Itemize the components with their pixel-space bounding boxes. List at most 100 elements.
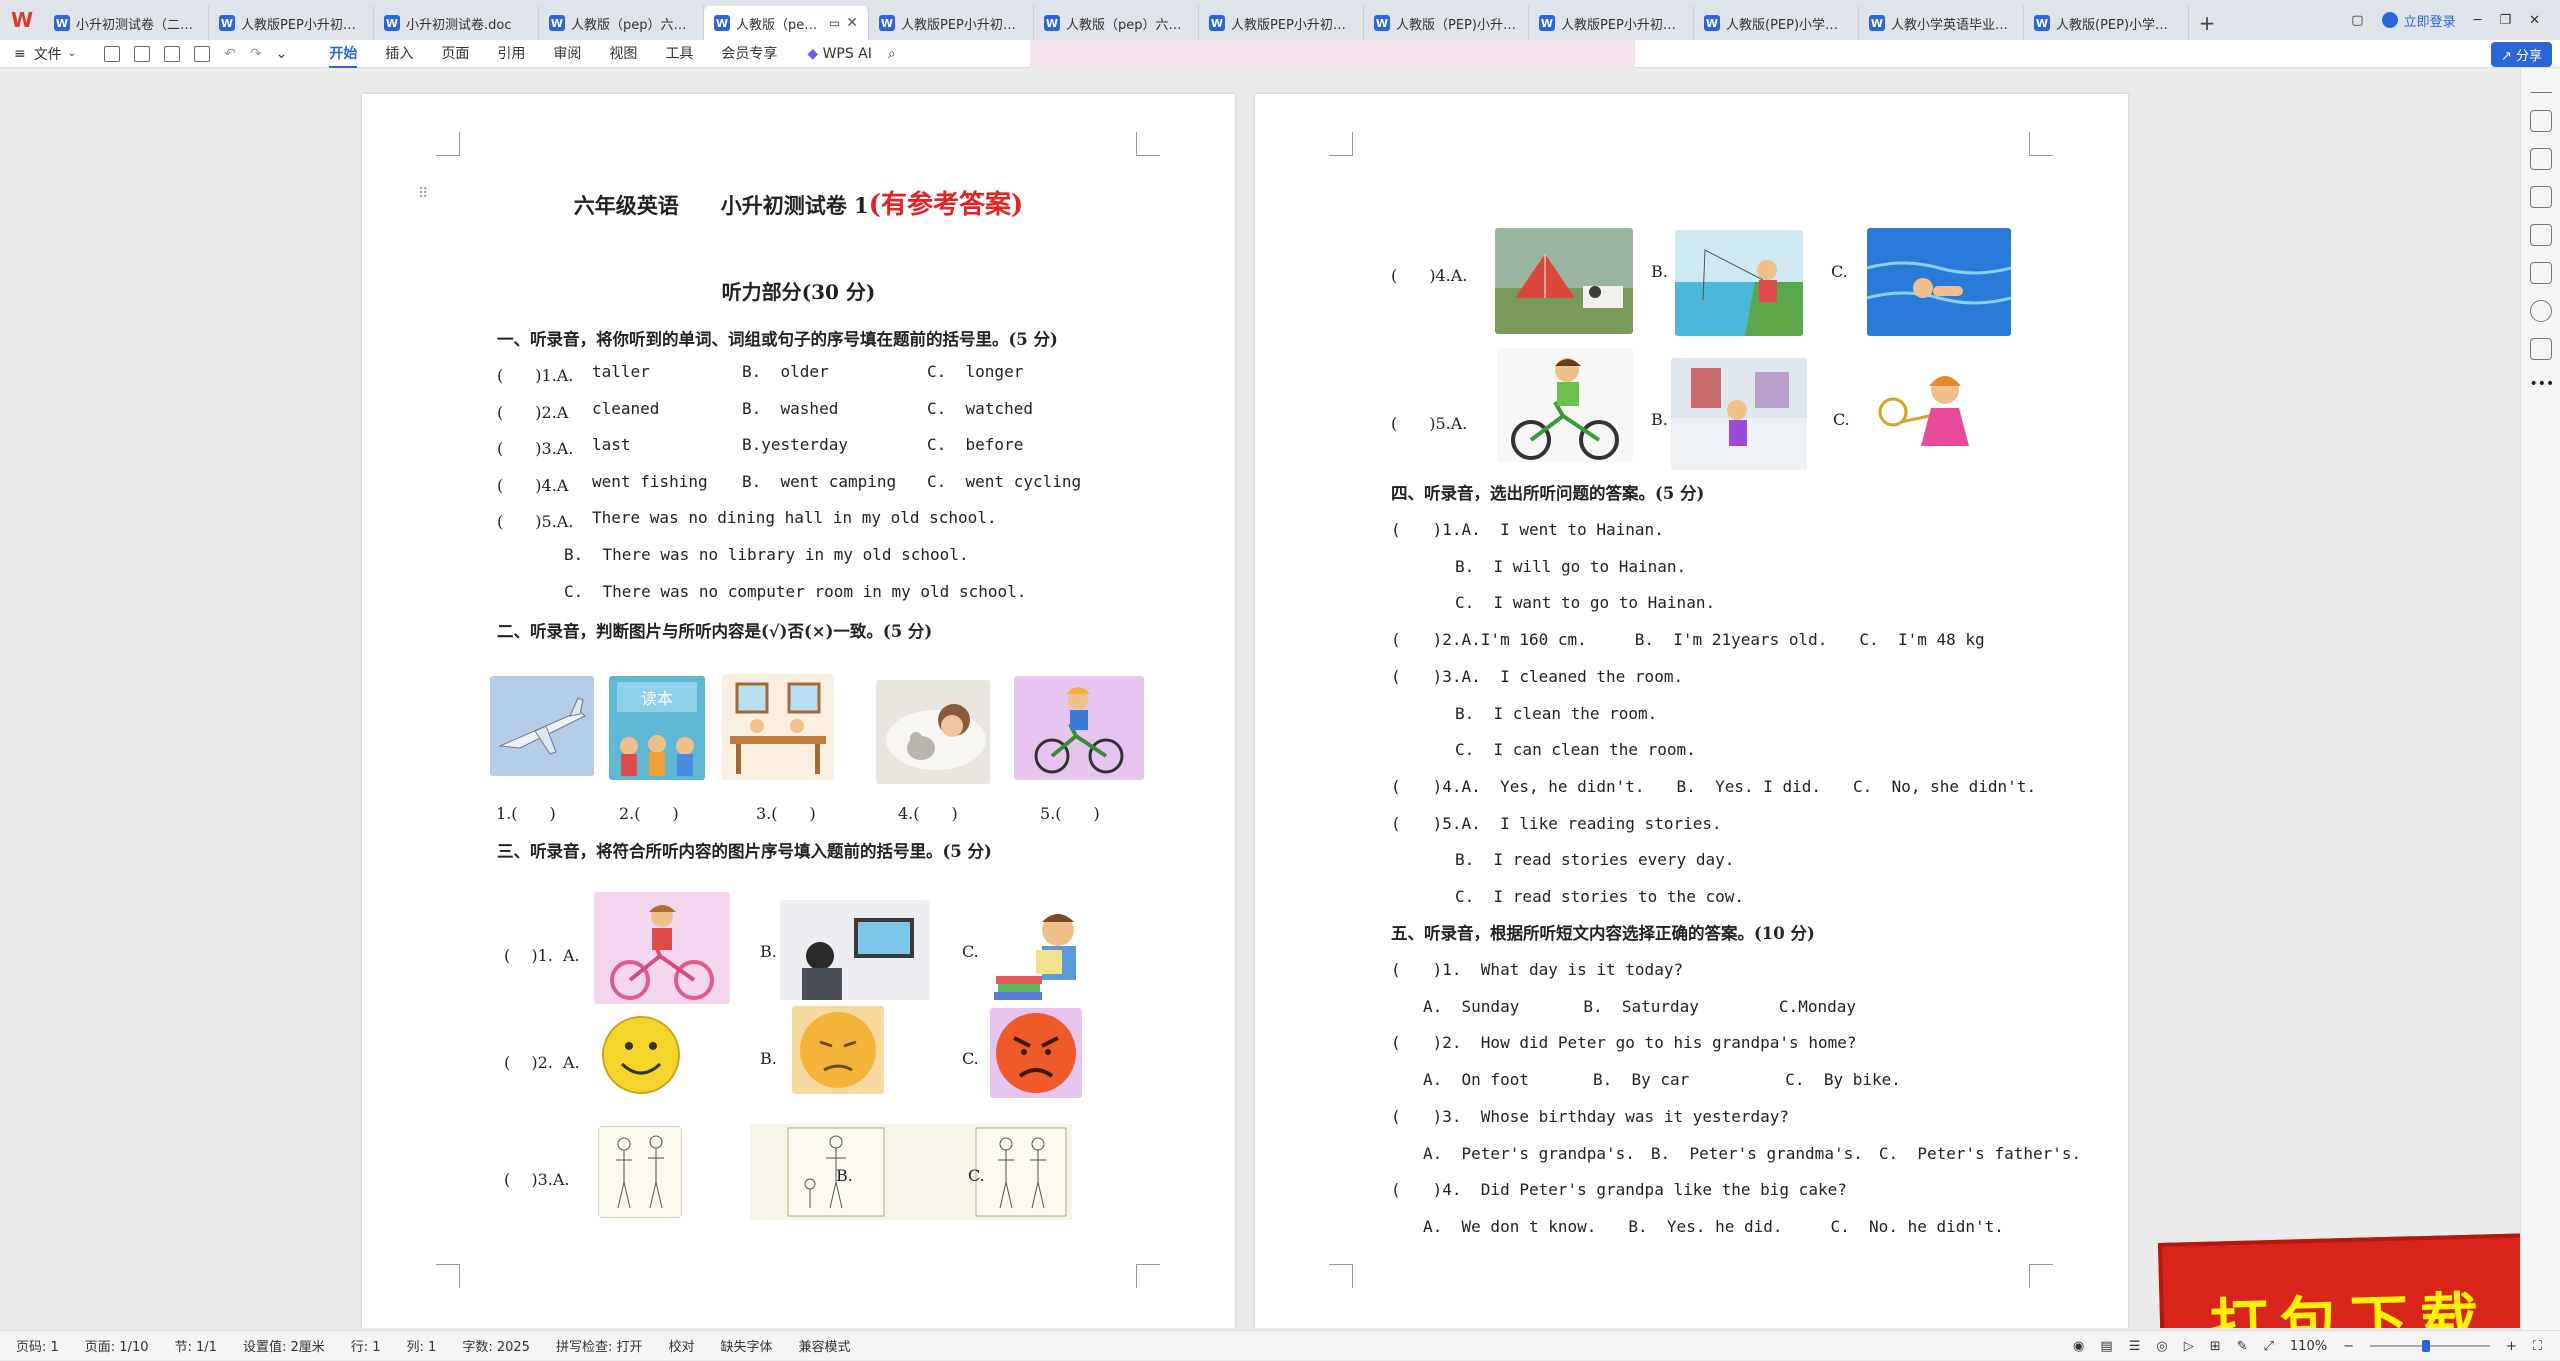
hamburger-icon[interactable]: ≡ [14, 46, 26, 62]
document-tab[interactable]: W 人教版（pep）六年级 [539, 6, 704, 40]
status-item[interactable]: 校对 [668, 1336, 694, 1355]
web-view-icon[interactable]: ◎ [2156, 1339, 2167, 1354]
minimize-panel-icon[interactable] [2529, 92, 2552, 94]
section-5-line: A. We don t know. B. Yes. he did. C. No.… [1391, 1216, 2004, 1236]
document-tab[interactable]: W 人教版（pep）六年级 [1034, 6, 1199, 40]
save-icon[interactable] [104, 45, 121, 62]
zoom-in-icon[interactable]: + [2506, 1339, 2517, 1354]
restore-icon[interactable]: ❐ [2499, 13, 2511, 28]
download-banner[interactable]: 打包下载 [2157, 1233, 2520, 1328]
read-view-icon[interactable]: ⊞ [2210, 1339, 2221, 1354]
section-5-line: ( )4. Did Peter's grandpa like the big c… [1391, 1180, 1847, 1200]
zoom-level[interactable]: 110% [2290, 1339, 2327, 1354]
pen-icon[interactable] [2529, 110, 2552, 132]
play-icon[interactable]: ▷ [2184, 1339, 2194, 1354]
girl-riding-bike-image [594, 892, 730, 1004]
status-item[interactable]: 拼写检查: 打开 [556, 1336, 643, 1355]
ribbon-tab[interactable]: 工具 [665, 40, 693, 68]
watching-tv-image [780, 900, 930, 1000]
answer-blank: 5.( ) [1040, 804, 1100, 823]
tab-monitor-icon[interactable]: ▭ [829, 16, 840, 30]
share-button[interactable]: ↗ 分享 [2490, 42, 2552, 67]
new-tab-icon[interactable]: + [2189, 6, 2225, 40]
ribbon-tab[interactable]: 会员专享 [721, 40, 777, 68]
s3-q2-number: ( )2. A. [504, 1053, 580, 1072]
right-tool-sidebar: ••• [2520, 68, 2560, 1330]
help-icon[interactable] [2529, 300, 2552, 322]
layout-icon[interactable]: ▢ [2351, 13, 2363, 28]
section-4-line: C. I can clean the room. [1391, 740, 1696, 760]
document-tab[interactable]: W 人教版PEP小升初英语 [1199, 6, 1364, 40]
document-tab[interactable]: W 小升初测试卷.doc [374, 6, 539, 40]
status-item: 字数: 2025 [462, 1340, 530, 1355]
classroom-image [722, 674, 834, 780]
document-tab[interactable]: W 人教版PEP小升初英语 [1529, 6, 1694, 40]
ribbon-tab[interactable]: 审阅 [553, 40, 581, 68]
close-window-icon[interactable]: ✕ [2529, 13, 2540, 28]
option-a: went fishing [592, 471, 708, 491]
search-icon[interactable]: ⌕ [888, 46, 896, 62]
crop-mark [436, 132, 460, 156]
document-tab[interactable]: W 人教版PEP小升初英语 [209, 6, 374, 40]
section-5-line: ( )2. How did Peter go to his grandpa's … [1391, 1033, 1857, 1053]
zoom-slider-knob[interactable] [2421, 1340, 2430, 1352]
more-options-icon[interactable]: ••• [2530, 376, 2555, 398]
more-icon[interactable]: ⌄ [276, 46, 288, 62]
s3-q1-b-label: B. [760, 942, 777, 961]
fullscreen-icon[interactable]: ⛶ [2533, 1339, 2542, 1354]
document-tab[interactable]: W 人教版（pep） ▭ ✕ [704, 6, 869, 40]
export-pdf-icon[interactable] [134, 45, 151, 62]
option-c: C. went cycling [927, 471, 1082, 491]
crop-mark [1329, 132, 1353, 156]
pen-mode-icon[interactable]: ✎ [2237, 1339, 2248, 1354]
wps-ai-button[interactable]: ◆ WPS AI [807, 46, 872, 62]
tools-icon[interactable] [2529, 262, 2552, 284]
fit-page-icon[interactable]: ⤢ [2264, 1339, 2274, 1354]
select-icon[interactable] [2529, 148, 2552, 170]
section-4-line: ( )4.A. Yes, he didn't. B. Yes. I did. C… [1391, 776, 2037, 796]
page-title: 六年级英语 小升初测试卷 1(有参考答案) [573, 190, 1024, 220]
undo-icon[interactable]: ↶ [224, 46, 236, 62]
document-page-2[interactable]: ( )4.A. B. C. ( )5.A. B. C. 四、听录音，选出所听问题… [1255, 94, 2128, 1328]
settings-sliders-icon[interactable] [2529, 186, 2552, 208]
s3-q1-number: ( )1. A. [504, 946, 580, 965]
ribbon-tab[interactable]: 页面 [441, 40, 469, 68]
print-preview-icon[interactable] [194, 45, 211, 62]
minimize-icon[interactable]: ─ [2474, 13, 2482, 28]
s3-q2-b-label: B. [760, 1049, 777, 1068]
crop-mark [1136, 132, 1160, 156]
eye-protection-icon[interactable]: ◉ [2073, 1339, 2084, 1354]
file-menu[interactable]: 文件 ⌄ [34, 44, 76, 64]
document-page-1[interactable]: ⠿ 六年级英语 小升初测试卷 1(有参考答案) 听力部分(30 分) 一、听录音… [362, 94, 1235, 1328]
document-tab[interactable]: W 人教版(PEP)小学英语 [1694, 6, 1859, 40]
redo-icon[interactable]: ↷ [250, 46, 262, 62]
document-tab[interactable]: W 人教版PEP小升初英语 [869, 6, 1034, 40]
document-tab[interactable]: W 人教版（PEP)小升初· [1364, 6, 1529, 40]
ribbon-tab[interactable]: 插入 [385, 40, 413, 68]
document-tab[interactable]: W小升初测试卷（二）.do [44, 6, 209, 40]
section-4-line: ( )1.A. I went to Hainan. [1391, 520, 1664, 539]
document-canvas[interactable]: ⠿ 六年级英语 小升初测试卷 1(有参考答案) 听力部分(30 分) 一、听录音… [0, 68, 2520, 1328]
question-number: ( )4.A [497, 475, 569, 495]
apps-icon[interactable] [2529, 338, 2552, 360]
status-item[interactable]: 兼容模式 [799, 1336, 851, 1355]
image-icon[interactable] [2529, 224, 2552, 246]
close-tab-icon[interactable]: ✕ [846, 15, 858, 31]
ribbon-tab[interactable]: 引用 [497, 40, 525, 68]
ribbon-tab[interactable]: 视图 [609, 40, 637, 68]
zoom-out-icon[interactable]: − [2343, 1339, 2354, 1354]
zoom-slider[interactable] [2369, 1340, 2490, 1352]
login-button[interactable]: 立即登录 [2381, 11, 2456, 30]
option-a: cleaned [592, 398, 660, 418]
document-tab[interactable]: W 人教小学英语毕业升学 [1859, 6, 2024, 40]
document-tab[interactable]: W 人教版(PEP)小学英语 [2024, 6, 2189, 40]
outline-view-icon[interactable]: ☰ [2129, 1339, 2141, 1354]
status-item[interactable]: 缺失字体 [720, 1336, 772, 1355]
s3-q3-c-label: C. [968, 1166, 985, 1185]
wps-logo-icon[interactable]: W [0, 0, 44, 40]
page-view-icon[interactable]: ▤ [2100, 1339, 2112, 1354]
ribbon-tab[interactable]: 开始 [329, 40, 358, 68]
word-doc-icon: W [1374, 15, 1390, 31]
option-b: B. went camping [742, 471, 897, 491]
print-icon[interactable] [164, 45, 181, 62]
